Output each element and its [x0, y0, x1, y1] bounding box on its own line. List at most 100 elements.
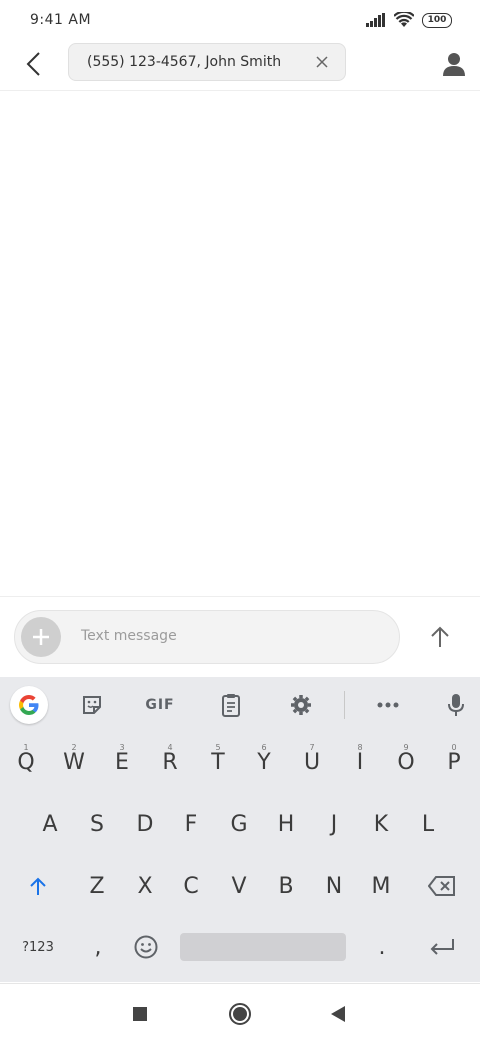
emoji-icon: [134, 935, 158, 959]
backspace-key[interactable]: [416, 862, 468, 910]
voice-input-button[interactable]: [438, 687, 474, 723]
period-key[interactable]: .: [358, 923, 406, 971]
key-a[interactable]: A: [26, 800, 74, 848]
key-k[interactable]: K: [357, 800, 405, 848]
key-hint: 9: [403, 743, 409, 752]
key-t[interactable]: 5 T: [194, 738, 242, 786]
key-hint: 5: [215, 743, 221, 752]
battery-icon: 100: [422, 12, 452, 28]
key-v[interactable]: V: [215, 862, 263, 910]
key-label: R: [162, 749, 178, 775]
compose-area: Text message: [0, 596, 480, 677]
sticker-button[interactable]: [74, 687, 110, 723]
settings-button[interactable]: [283, 687, 319, 723]
message-input[interactable]: Text message: [14, 610, 400, 664]
key-f[interactable]: F: [167, 800, 215, 848]
google-button[interactable]: [10, 686, 48, 724]
arrow-up-icon: [431, 626, 449, 647]
send-button[interactable]: [420, 617, 460, 657]
gear-icon: [291, 695, 311, 715]
chevron-left-icon: [26, 52, 40, 76]
space-key[interactable]: [180, 933, 346, 961]
contact-button[interactable]: [438, 48, 470, 80]
clear-recipient-button[interactable]: [313, 53, 331, 71]
google-icon: [19, 695, 39, 715]
home-circle-icon: [229, 1003, 251, 1025]
key-m[interactable]: M: [357, 862, 405, 910]
key-hint: 1: [23, 743, 29, 752]
key-q[interactable]: 1 Q: [2, 738, 50, 786]
key-y[interactable]: 6 Y: [240, 738, 288, 786]
key-b[interactable]: B: [262, 862, 310, 910]
back-button[interactable]: [18, 48, 50, 80]
key-n[interactable]: N: [310, 862, 358, 910]
key-hint: 8: [357, 743, 363, 752]
key-u[interactable]: 7 U: [288, 738, 336, 786]
navigation-bar: [0, 983, 480, 1041]
key-h[interactable]: H: [262, 800, 310, 848]
key-l[interactable]: L: [404, 800, 452, 848]
shift-icon: [30, 877, 46, 895]
symbols-key[interactable]: ?123: [2, 923, 74, 971]
key-hint: 6: [261, 743, 267, 752]
key-r[interactable]: 4 R: [146, 738, 194, 786]
key-label: P: [447, 749, 461, 775]
key-j[interactable]: J: [310, 800, 358, 848]
key-p[interactable]: 0 P: [430, 738, 478, 786]
clipboard-icon: [222, 694, 240, 717]
backspace-icon: [428, 876, 455, 896]
key-label: O: [397, 749, 415, 775]
key-label: E: [115, 749, 129, 775]
status-time: 9:41 AM: [30, 12, 92, 28]
key-hint: 4: [167, 743, 173, 752]
top-app-bar: (555) 123-4567, John Smith: [0, 40, 480, 91]
clipboard-button[interactable]: [213, 687, 249, 723]
sticker-icon: [83, 696, 101, 714]
shift-key[interactable]: [14, 862, 62, 910]
person-icon: [443, 53, 465, 76]
emoji-key[interactable]: [122, 923, 170, 971]
enter-icon: [430, 939, 454, 955]
key-c[interactable]: C: [167, 862, 215, 910]
square-icon: [133, 1007, 147, 1021]
status-bar: 9:41 AM 100: [0, 0, 480, 40]
key-label: Y: [257, 749, 271, 775]
plus-icon: [33, 629, 49, 645]
keyboard: G I F 1 Q 2 W 3 E 4 R 5 T 6 Y 7 U 8 I 9 O …: [0, 677, 480, 982]
key-e[interactable]: 3 E: [98, 738, 146, 786]
keyboard-toolbar: GIF: [0, 677, 480, 733]
back-nav-button[interactable]: [324, 1000, 352, 1028]
key-label: I: [356, 749, 364, 775]
key-hint: 0: [451, 743, 457, 752]
more-options-button[interactable]: [370, 687, 406, 723]
more-horizontal-icon: [377, 702, 399, 708]
add-attachment-button[interactable]: [21, 617, 61, 657]
key-label: U: [303, 749, 321, 775]
recipient-field[interactable]: (555) 123-4567, John Smith: [68, 43, 346, 81]
comma-key[interactable]: ,: [74, 923, 122, 971]
triangle-back-icon: [331, 1006, 345, 1022]
key-hint: 3: [119, 743, 125, 752]
recipient-text: (555) 123-4567, John Smith: [87, 54, 282, 70]
enter-key[interactable]: [416, 923, 468, 971]
key-s[interactable]: S: [73, 800, 121, 848]
microphone-icon: [448, 694, 464, 716]
wifi-icon: [394, 12, 414, 27]
key-x[interactable]: X: [121, 862, 169, 910]
key-label: Q: [17, 749, 35, 775]
recents-button[interactable]: [126, 1000, 154, 1028]
key-o[interactable]: 9 O: [382, 738, 430, 786]
status-icons: 100: [366, 12, 452, 28]
key-z[interactable]: Z: [73, 862, 121, 910]
key-i[interactable]: 8 I: [336, 738, 384, 786]
key-hint: 7: [309, 743, 315, 752]
signal-icon: [366, 13, 385, 27]
gif-button[interactable]: GIF: [142, 687, 178, 723]
key-g[interactable]: G: [215, 800, 263, 848]
toolbar-divider: [344, 691, 345, 719]
home-button[interactable]: [226, 1000, 254, 1028]
key-hint: 2: [71, 743, 77, 752]
key-w[interactable]: 2 W: [50, 738, 98, 786]
key-d[interactable]: D: [121, 800, 169, 848]
key-label: T: [211, 749, 225, 775]
